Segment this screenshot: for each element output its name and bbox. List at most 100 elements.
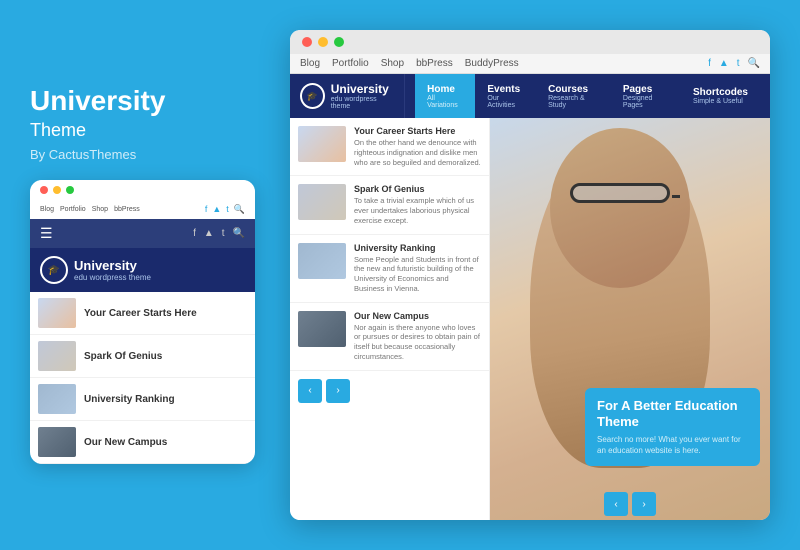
browser-topbar: Blog Portfolio Shop bbPress BuddyPress f… bbox=[290, 54, 770, 74]
mobile-logo-name: University bbox=[74, 258, 151, 273]
list-item-content: Our New Campus Nor again is there anyone… bbox=[354, 311, 481, 362]
mobile-logo-sub: edu wordpress theme bbox=[74, 273, 151, 282]
campus-image bbox=[38, 427, 76, 457]
nav-item-shortcodes[interactable]: Shortcodes Simple & Useful bbox=[681, 74, 760, 118]
hero-next-arrow[interactable]: › bbox=[632, 492, 656, 516]
topbar-link-blog[interactable]: Blog bbox=[300, 58, 320, 69]
list-item[interactable]: Your Career Starts Here bbox=[30, 292, 255, 335]
main-container: University Theme By CactusThemes BlogPor… bbox=[0, 0, 800, 550]
browser-topbar-links: Blog Portfolio Shop bbPress BuddyPress bbox=[300, 58, 519, 69]
left-panel: University Theme By CactusThemes BlogPor… bbox=[30, 86, 260, 465]
browser-content: Your Career Starts Here On the other han… bbox=[290, 118, 770, 520]
list-item[interactable]: Our New Campus Nor again is there anyone… bbox=[290, 303, 489, 371]
career-image bbox=[38, 298, 76, 328]
topbar-link-shop[interactable]: Shop bbox=[381, 58, 404, 69]
list-item[interactable]: Our New Campus bbox=[30, 421, 255, 464]
nav-item-events[interactable]: Events Our Activities bbox=[475, 74, 536, 118]
nav-sub-shortcodes: Simple & Useful bbox=[693, 98, 748, 105]
hero-overlay-card: For A Better Education Theme Search no m… bbox=[585, 388, 760, 466]
list-item-title: University Ranking bbox=[84, 394, 175, 405]
glasses-bridge bbox=[672, 195, 680, 198]
list-item-content: University Ranking Some People and Stude… bbox=[354, 243, 481, 294]
next-arrow[interactable]: › bbox=[326, 379, 350, 403]
browser-list-panel: Your Career Starts Here On the other han… bbox=[290, 118, 490, 520]
browser-hero: For A Better Education Theme Search no m… bbox=[490, 118, 770, 520]
list-item-title: University Ranking bbox=[354, 243, 481, 253]
browser-mockup: Blog Portfolio Shop bbPress BuddyPress f… bbox=[290, 30, 770, 520]
spark-img bbox=[298, 184, 346, 220]
list-item-img bbox=[298, 184, 346, 220]
list-item[interactable]: University Ranking bbox=[30, 378, 255, 421]
browser-logo-sub: edu wordpress theme bbox=[331, 96, 394, 110]
mobile-topbar-links: BlogPortfolioShopbbPress bbox=[40, 206, 140, 213]
topbar-link-buddypress[interactable]: BuddyPress bbox=[465, 58, 519, 69]
browser-logo-area: 🎓 University edu wordpress theme bbox=[300, 74, 405, 118]
nav-sub-home: All Variations bbox=[427, 95, 463, 109]
browser-nav-items: Home All Variations Events Our Activitie… bbox=[415, 74, 760, 118]
nav-label-events: Events bbox=[487, 84, 524, 95]
search-icon[interactable]: 🔍 bbox=[748, 58, 760, 69]
nav-item-courses[interactable]: Courses Research & Study bbox=[536, 74, 611, 118]
topbar-link-portfolio[interactable]: Portfolio bbox=[332, 58, 369, 69]
hero-prev-arrow[interactable]: ‹ bbox=[604, 492, 628, 516]
nav-label-pages: Pages bbox=[623, 84, 669, 95]
youtube-icon[interactable]: ▲ bbox=[719, 58, 729, 69]
list-item-desc: Nor again is there anyone who loves or p… bbox=[354, 323, 481, 362]
mobile-top-bar: BlogPortfolioShopbbPress f▲t🔍 bbox=[30, 200, 255, 219]
browser-logo-title: University bbox=[331, 82, 394, 96]
hero-card-desc: Search no more! What you ever want for a… bbox=[597, 434, 748, 456]
hero-head bbox=[550, 128, 690, 288]
nav-item-home[interactable]: Home All Variations bbox=[415, 74, 475, 118]
mobile-logo-text-wrap: University edu wordpress theme bbox=[74, 258, 151, 282]
list-item-image bbox=[38, 341, 76, 371]
nav-label-shortcodes: Shortcodes bbox=[693, 87, 748, 98]
list-item-desc: To take a trivial example which of us ev… bbox=[354, 196, 481, 225]
nav-sub-pages: Designed Pages bbox=[623, 95, 669, 109]
hero-arrows: ‹ › bbox=[604, 492, 656, 516]
twitter-icon[interactable]: t bbox=[737, 58, 740, 69]
list-item[interactable]: Spark Of Genius To take a trivial exampl… bbox=[290, 176, 489, 234]
list-item-content: Spark Of Genius To take a trivial exampl… bbox=[354, 184, 481, 225]
list-item[interactable]: University Ranking Some People and Stude… bbox=[290, 235, 489, 303]
list-item-title: Our New Campus bbox=[354, 311, 481, 321]
nav-sub-events: Our Activities bbox=[487, 95, 524, 109]
browser-nav-arrows: ‹ › bbox=[290, 371, 489, 411]
list-item[interactable]: Your Career Starts Here On the other han… bbox=[290, 118, 489, 176]
ranking-img bbox=[298, 243, 346, 279]
mobile-search-icon[interactable]: 🔍 bbox=[233, 228, 245, 239]
prev-arrow[interactable]: ‹ bbox=[298, 379, 322, 403]
list-item[interactable]: Spark Of Genius bbox=[30, 335, 255, 378]
hamburger-icon[interactable]: ☰ bbox=[40, 225, 53, 242]
mobile-nav-blue: ☰ f▲t 🔍 bbox=[30, 219, 255, 248]
theme-title: University bbox=[30, 86, 260, 117]
list-item-desc: On the other hand we denounce with right… bbox=[354, 138, 481, 167]
list-item-img bbox=[298, 243, 346, 279]
list-item-title: Your Career Starts Here bbox=[354, 126, 481, 136]
browser-dot-red bbox=[302, 37, 312, 47]
topbar-link-bbpress[interactable]: bbPress bbox=[416, 58, 453, 69]
browser-logo-text-wrap: University edu wordpress theme bbox=[331, 82, 394, 110]
list-item-title: Spark Of Genius bbox=[354, 184, 481, 194]
list-item-img bbox=[298, 126, 346, 162]
glasses-left bbox=[570, 183, 670, 203]
hero-card-title: For A Better Education Theme bbox=[597, 398, 748, 429]
career-img bbox=[298, 126, 346, 162]
theme-subtitle: Theme bbox=[30, 120, 260, 141]
list-item-desc: Some People and Students in front of the… bbox=[354, 255, 481, 294]
browser-nav: 🎓 University edu wordpress theme Home Al… bbox=[290, 74, 770, 118]
list-item-img bbox=[298, 311, 346, 347]
theme-author: By CactusThemes bbox=[30, 147, 260, 162]
browser-chrome bbox=[290, 30, 770, 54]
list-item-image bbox=[38, 384, 76, 414]
list-item-content: Your Career Starts Here On the other han… bbox=[354, 126, 481, 167]
mobile-logo-icon: 🎓 bbox=[40, 256, 68, 284]
mobile-nav-icons: f▲t 🔍 bbox=[193, 228, 245, 239]
mobile-topbar-icons: f▲t🔍 bbox=[205, 204, 245, 215]
facebook-icon[interactable]: f bbox=[708, 58, 711, 69]
browser-dot-green bbox=[334, 37, 344, 47]
ranking-image bbox=[38, 384, 76, 414]
browser-dot-yellow bbox=[318, 37, 328, 47]
dot-yellow bbox=[53, 186, 61, 194]
dot-green bbox=[66, 186, 74, 194]
nav-item-pages[interactable]: Pages Designed Pages bbox=[611, 74, 681, 118]
